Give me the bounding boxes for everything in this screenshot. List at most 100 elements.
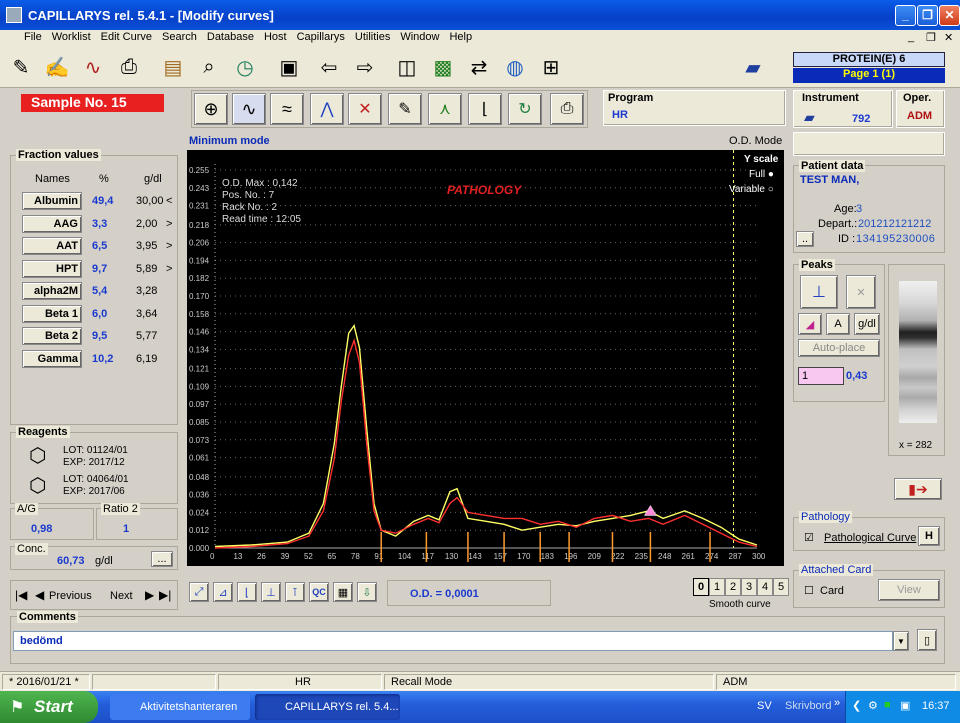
curve-view-icon[interactable]: ∿ [232, 93, 266, 125]
fraction-name-2[interactable]: AAT [22, 237, 82, 255]
peak-area-icon[interactable]: ◢ [798, 313, 822, 335]
last-icon[interactable]: ▶| [159, 588, 171, 602]
next-button[interactable]: Next [110, 590, 133, 602]
desktop-label[interactable]: Skrivbord [785, 700, 831, 712]
gel-strip-image[interactable] [899, 281, 937, 423]
close-button[interactable]: ✕ [939, 5, 960, 26]
menu-worklist[interactable]: Worklist [47, 30, 96, 44]
peak-mark-icon[interactable]: ⊥ [800, 275, 838, 309]
menu-capillarys[interactable]: Capillarys [292, 30, 350, 44]
save-exit-icon[interactable]: ▮➔ [894, 478, 942, 500]
peak-tool-icon[interactable]: ⊥ [261, 582, 281, 602]
arrow-left-icon[interactable]: ⇦ [314, 52, 344, 82]
arrow-right-icon[interactable]: ⇨ [350, 52, 380, 82]
tray-network-icon[interactable]: ⚙ [868, 699, 878, 712]
add-separator-icon[interactable]: ⋀ [310, 93, 344, 125]
peak-icon[interactable]: ⋏ [428, 93, 462, 125]
comments-new-icon[interactable]: ▯ [917, 629, 937, 651]
network-icon[interactable]: ⊞ [536, 52, 566, 82]
mdi-close-button[interactable]: ✕ [944, 31, 953, 44]
search-icon[interactable]: ⌕ [194, 52, 224, 82]
print-curve-icon[interactable]: ⎙ [550, 93, 584, 125]
report-icon[interactable]: ▦ [333, 582, 353, 602]
card-checkbox[interactable]: ☐ [804, 584, 814, 597]
task-capillarys[interactable]: CAPILLARYS rel. 5.4... [255, 694, 400, 720]
note-icon[interactable]: ✍ [42, 52, 72, 82]
fraction-name-4[interactable]: alpha2M [22, 282, 82, 300]
qc-icon[interactable]: QC [309, 582, 329, 602]
conc-button[interactable]: ... [151, 551, 173, 567]
smooth-option-5[interactable]: 5 [773, 578, 789, 596]
peak-field-input[interactable]: 1 [798, 367, 844, 385]
menu-database[interactable]: Database [202, 30, 259, 44]
view-card-button[interactable]: View [878, 579, 940, 601]
task-aktivitetshanteraren[interactable]: Aktivitetshanteraren [110, 694, 250, 720]
print-icon[interactable]: ⎙ [114, 52, 144, 82]
y-tick-label: 0.206 [189, 239, 210, 248]
y-scale-full[interactable]: Full ● [749, 169, 774, 180]
pen-icon[interactable]: ✎ [6, 52, 36, 82]
first-icon[interactable]: |◀ [15, 588, 27, 602]
transfer-icon[interactable]: ⇄ [464, 52, 494, 82]
baseline-tool-icon[interactable]: ⌊ [237, 582, 257, 602]
host-icon[interactable]: ▩ [428, 52, 458, 82]
toolbar-expand-icon[interactable]: » [834, 697, 840, 709]
smooth-option-3[interactable]: 3 [741, 578, 757, 596]
menu-host[interactable]: Host [259, 30, 292, 44]
previous-button[interactable]: Previous [49, 590, 92, 602]
smooth-option-2[interactable]: 2 [725, 578, 741, 596]
menu-help[interactable]: Help [444, 30, 477, 44]
menu-search[interactable]: Search [157, 30, 202, 44]
tray-vm-icon[interactable]: ▣ [900, 699, 910, 712]
comments-input[interactable]: bedömd [13, 631, 893, 651]
marker-tool-icon[interactable]: ⊺ [285, 582, 305, 602]
tray-status-icon[interactable]: ■ [884, 699, 891, 711]
globe-icon[interactable]: ◍ [500, 52, 530, 82]
curve-overlay-icon[interactable]: ≈ [270, 93, 304, 125]
menu-utilities[interactable]: Utilities [350, 30, 395, 44]
smooth-option-1[interactable]: 1 [709, 578, 725, 596]
export-icon[interactable]: ⇩ [357, 582, 377, 602]
menu-edit-curve[interactable]: Edit Curve [96, 30, 157, 44]
expand-icon[interactable]: ⤢ [189, 582, 209, 602]
auto-place-button[interactable]: Auto-place [798, 339, 880, 357]
next-icon[interactable]: ▶ [145, 588, 154, 602]
prev-icon[interactable]: ◀ [35, 588, 44, 602]
language-indicator[interactable]: SV [757, 700, 772, 712]
maximize-button[interactable]: ❐ [917, 5, 938, 26]
delete-separator-icon[interactable]: ✕ [348, 93, 382, 125]
smooth-option-4[interactable]: 4 [757, 578, 773, 596]
database-icon[interactable]: ▤ [158, 52, 188, 82]
fraction-name-7[interactable]: Gamma [22, 349, 82, 368]
fraction-name-5[interactable]: Beta 1 [22, 304, 82, 323]
smooth-option-0[interactable]: 0 [693, 578, 709, 596]
comments-dropdown-icon[interactable]: ▼ [893, 631, 909, 651]
mdi-minimize-button[interactable]: _ [908, 31, 914, 43]
pathology-h-button[interactable]: H [918, 526, 940, 546]
fraction-name-3[interactable]: HPT [22, 259, 82, 278]
minimize-button[interactable]: _ [895, 5, 916, 26]
baseline-icon[interactable]: ⌊ [468, 93, 502, 125]
pen-edit-icon[interactable]: ✎ [388, 93, 422, 125]
menu-bar: File Worklist Edit Curve Search Database Host… [0, 30, 960, 48]
fraction-name-0[interactable]: Albumin [22, 192, 82, 210]
peak-a-button[interactable]: A [826, 313, 850, 335]
menu-window[interactable]: Window [395, 30, 444, 44]
peak-delete-icon[interactable]: ✕ [846, 275, 876, 309]
peak-gdl-button[interactable]: g/dl [854, 313, 880, 335]
scale-icon[interactable]: ⊿ [213, 582, 233, 602]
patient-more-button[interactable]: .. [796, 231, 814, 247]
fraction-name-1[interactable]: AAG [22, 214, 82, 233]
mdi-restore-button[interactable]: ❐ [926, 31, 936, 44]
zoom-icon[interactable]: ⊕ [194, 93, 228, 125]
menu-file[interactable]: File [0, 30, 47, 44]
pathological-checkbox[interactable]: ☑ [804, 531, 814, 544]
tray-arrow-icon[interactable]: ❮ [852, 699, 861, 712]
y-scale-variable[interactable]: Variable ○ [729, 184, 774, 195]
curve-edit-icon[interactable]: ∿ [78, 52, 108, 82]
clock-icon[interactable]: ◷ [230, 52, 260, 82]
fraction-name-6[interactable]: Beta 2 [22, 327, 82, 345]
sample-icon[interactable]: ▣ [274, 52, 304, 82]
refresh-curve-icon[interactable]: ↻ [508, 93, 542, 125]
instrument-icon[interactable]: ◫ [392, 52, 422, 82]
